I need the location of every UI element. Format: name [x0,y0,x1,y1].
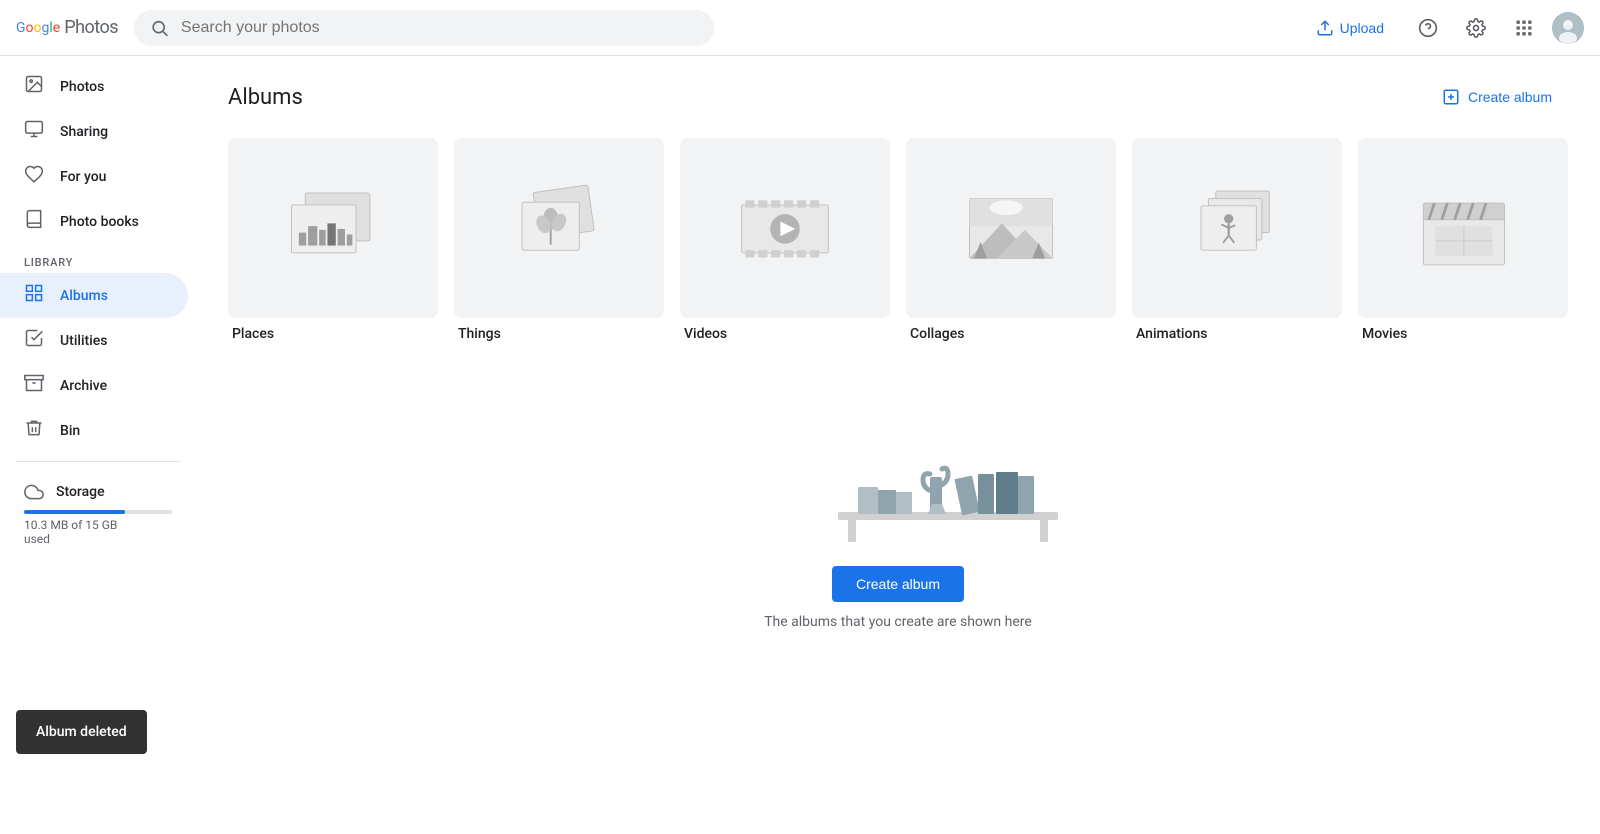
apps-button[interactable] [1504,8,1544,48]
sidebar-label-albums: Albums [60,288,108,304]
sidebar-item-photo-books[interactable]: Photo books [0,199,188,244]
library-section-label: LIBRARY [0,244,196,273]
empty-state-text: The albums that you create are shown her… [764,614,1032,630]
album-thumb-collages [906,138,1116,318]
sidebar-label-bin: Bin [60,423,80,439]
album-thumb-things [454,138,664,318]
album-thumb-movies [1358,138,1568,318]
apps-icon [1514,18,1534,38]
logo-google: Google [16,20,60,36]
albums-grid: Places Things [228,138,1568,342]
album-name-collages: Collages [906,326,1116,342]
album-name-places: Places [228,326,438,342]
search-icon [150,18,169,38]
sidebar-item-archive[interactable]: Archive [0,363,188,408]
album-name-movies: Movies [1358,326,1568,342]
album-thumb-animations [1132,138,1342,318]
sidebar-item-sharing[interactable]: Sharing [0,109,188,154]
logo-photos: Photos [64,17,118,38]
sidebar-item-for-you[interactable]: For you [0,154,188,199]
sidebar-item-photos[interactable]: Photos [0,64,188,109]
cloud-icon [24,482,44,502]
utilities-icon [24,328,44,353]
album-card-places[interactable]: Places [228,138,438,342]
album-name-videos: Videos [680,326,890,342]
sidebar-item-albums[interactable]: Albums [0,273,188,318]
sidebar-item-utilities[interactable]: Utilities [0,318,188,363]
help-icon [1418,18,1438,38]
storage-bar-background [24,510,172,514]
header: Google Photos Upload [0,0,1600,56]
bin-icon [24,418,44,443]
sidebar-label-archive: Archive [60,378,107,394]
storage-section: Storage 10.3 MB of 15 GB used [0,470,196,558]
photo-books-icon [24,209,44,234]
sidebar-item-bin[interactable]: Bin [0,408,188,453]
page-title: Albums [228,85,303,110]
snackbar: Album deleted [16,710,147,754]
upload-button[interactable]: Upload [1300,11,1400,45]
albums-icon [24,283,44,308]
sidebar-label-sharing: Sharing [60,124,108,140]
sidebar: Photos Sharing For you [0,56,196,778]
empty-state: Create album The albums that you create … [228,382,1568,630]
add-album-icon [1442,88,1460,106]
archive-icon [24,373,44,398]
header-actions: Upload [1300,8,1584,48]
upload-icon [1316,19,1334,37]
sidebar-label-photos: Photos [60,79,104,95]
album-card-animations[interactable]: Animations [1132,138,1342,342]
search-input[interactable] [181,19,698,37]
layout: Photos Sharing For you [0,56,1600,778]
logo[interactable]: Google Photos [16,17,118,38]
page-header: Albums Create album [228,80,1568,114]
create-album-top-label: Create album [1468,89,1552,105]
album-card-movies[interactable]: Movies [1358,138,1568,342]
sidebar-label-photo-books: Photo books [60,214,139,230]
album-card-collages[interactable]: Collages [906,138,1116,342]
album-card-things[interactable]: Things [454,138,664,342]
avatar[interactable] [1552,12,1584,44]
album-thumb-places [228,138,438,318]
album-name-animations: Animations [1132,326,1342,342]
create-album-button-empty[interactable]: Create album [832,566,964,602]
sharing-icon [24,119,44,144]
settings-button[interactable] [1456,8,1496,48]
empty-illustration [738,422,1058,542]
storage-label: Storage [24,482,172,502]
sidebar-label-utilities: Utilities [60,333,107,349]
album-card-videos[interactable]: Videos [680,138,890,342]
upload-label: Upload [1340,20,1384,36]
help-button[interactable] [1408,8,1448,48]
main-content: Albums Create album [196,56,1600,778]
sidebar-label-for-you: For you [60,169,106,185]
settings-icon [1466,18,1486,38]
photos-icon [24,74,44,99]
create-album-button-top[interactable]: Create album [1426,80,1568,114]
storage-text: 10.3 MB of 15 GB used [24,518,172,546]
album-name-things: Things [454,326,664,342]
sidebar-divider [16,461,180,462]
search-bar[interactable] [134,10,714,46]
for-you-icon [24,164,44,189]
storage-bar-fill [24,510,125,514]
album-thumb-videos [680,138,890,318]
